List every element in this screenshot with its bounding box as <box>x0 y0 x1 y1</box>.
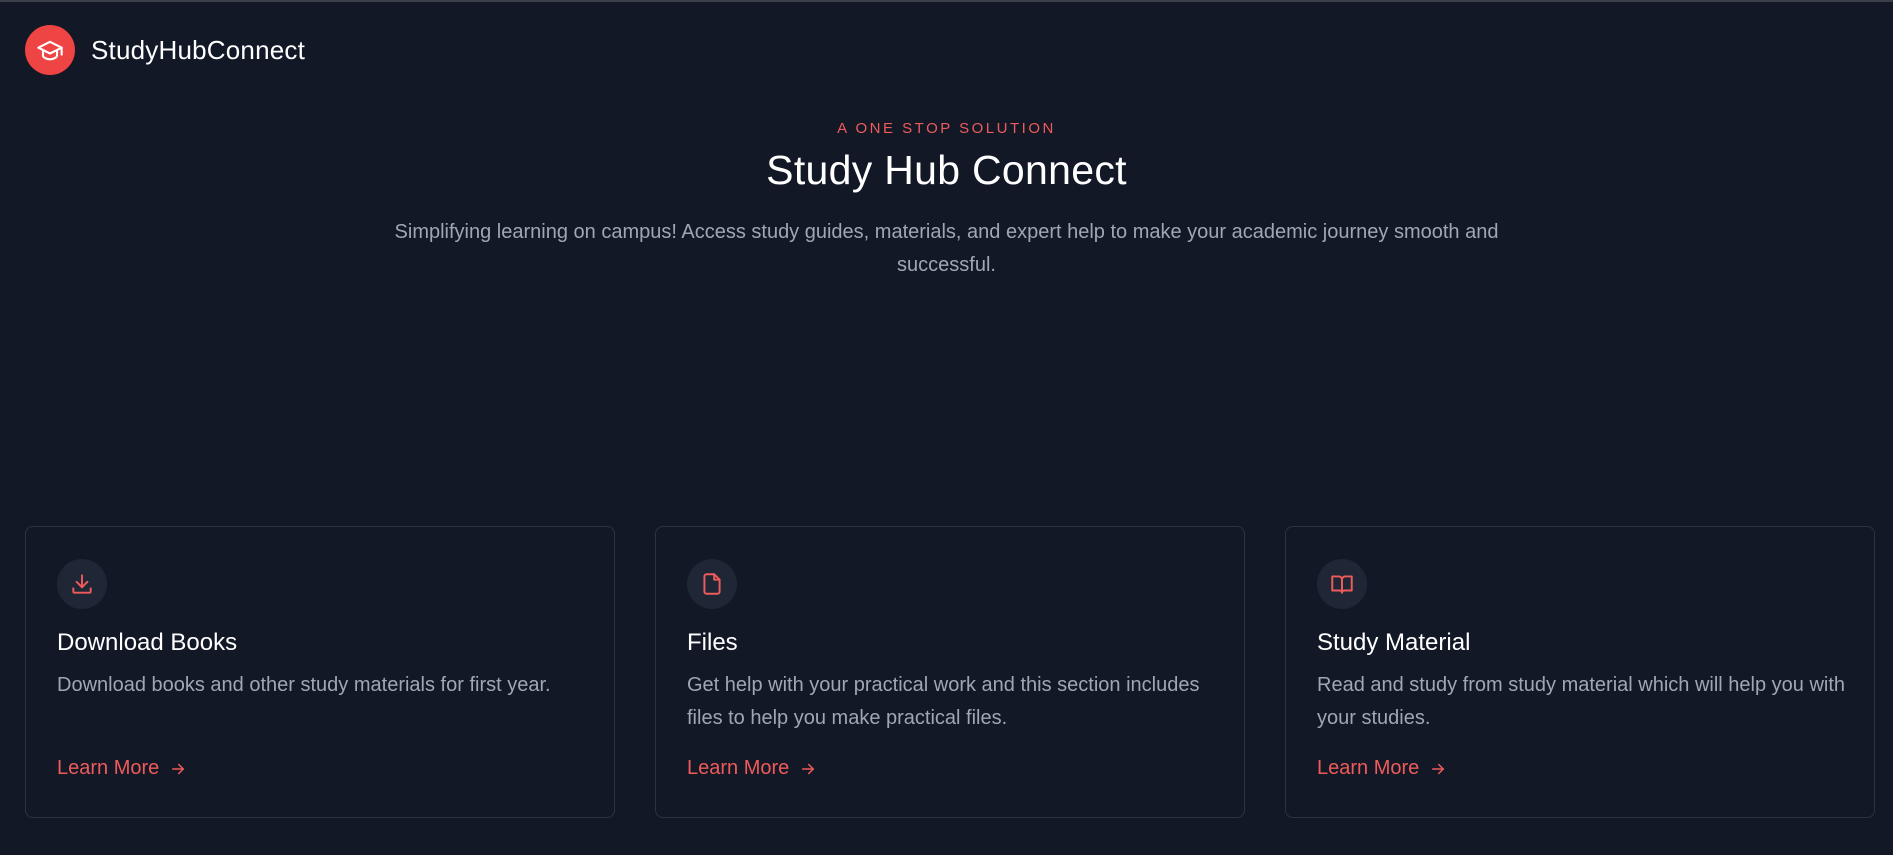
book-open-icon <box>1317 559 1367 609</box>
card-study-material: Study Material Read and study from study… <box>1285 526 1875 818</box>
brand[interactable]: StudyHubConnect <box>25 25 305 75</box>
card-files: Files Get help with your practical work … <box>655 526 1245 818</box>
file-icon <box>687 559 737 609</box>
download-icon <box>57 559 107 609</box>
arrow-right-icon <box>172 763 185 774</box>
arrow-right-icon <box>802 763 815 774</box>
learn-more-label: Learn More <box>1317 757 1420 779</box>
learn-more-label: Learn More <box>687 757 790 779</box>
hero-section: A ONE STOP SOLUTION Study Hub Connect Si… <box>0 120 1893 282</box>
hero-subtitle: Simplifying learning on campus! Access s… <box>394 221 1499 276</box>
hero-eyebrow: A ONE STOP SOLUTION <box>837 120 1056 137</box>
card-description: Read and study from study material which… <box>1317 674 1846 729</box>
card-title: Download Books <box>57 629 238 656</box>
hero-title: Study Hub Connect <box>766 147 1127 193</box>
card-title: Files <box>687 629 738 656</box>
feature-cards: Download Books Download books and other … <box>25 526 1875 818</box>
graduation-cap-icon <box>25 25 75 75</box>
card-download-books: Download Books Download books and other … <box>25 526 615 818</box>
brand-name: StudyHubConnect <box>91 34 306 65</box>
learn-more-link[interactable]: Learn More <box>57 757 187 780</box>
top-border <box>0 0 1893 2</box>
card-title: Study Material <box>1317 629 1471 656</box>
learn-more-link[interactable]: Learn More <box>1317 757 1447 780</box>
learn-more-label: Learn More <box>57 757 160 779</box>
card-description: Download books and other study materials… <box>57 674 551 696</box>
learn-more-link[interactable]: Learn More <box>687 757 817 780</box>
card-description: Get help with your practical work and th… <box>687 674 1200 729</box>
arrow-right-icon <box>1432 763 1445 774</box>
